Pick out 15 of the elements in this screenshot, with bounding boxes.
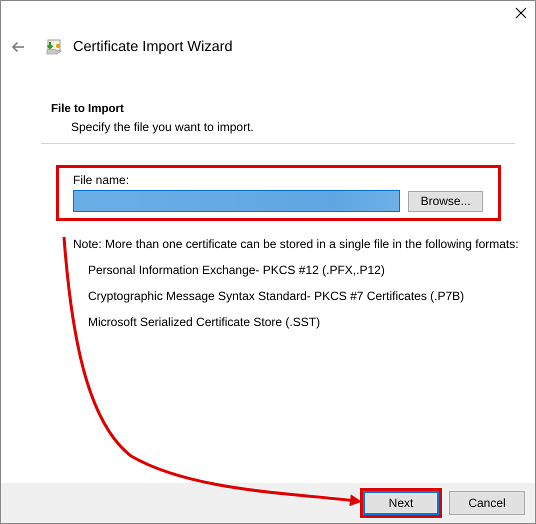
cancel-button[interactable]: Cancel — [449, 491, 525, 515]
back-arrow-icon[interactable] — [11, 41, 25, 53]
note-text: Note: More than one certificate can be stored in a single file in the following formats: — [73, 237, 520, 251]
file-name-field[interactable] — [73, 190, 400, 212]
format-item: Cryptographic Message Syntax Standard- PKCS #7 Certificates (.P7B) — [88, 289, 466, 303]
close-icon[interactable] — [515, 7, 527, 19]
section-title: File to Import — [51, 103, 125, 115]
certificate-icon — [45, 38, 63, 56]
next-button[interactable]: Next — [363, 491, 439, 515]
format-item: Personal Information Exchange- PKCS #12 (.PFX,.P12) — [88, 263, 386, 277]
field-label: File name: — [73, 173, 130, 187]
window-title: Certificate Import Wizard — [73, 39, 233, 55]
section-subtitle: Specify the file you want to import. — [71, 120, 255, 134]
browse-button[interactable]: Browse... — [408, 190, 483, 212]
format-item: Microsoft Serialized Certificate Store (.SST) — [88, 315, 322, 329]
